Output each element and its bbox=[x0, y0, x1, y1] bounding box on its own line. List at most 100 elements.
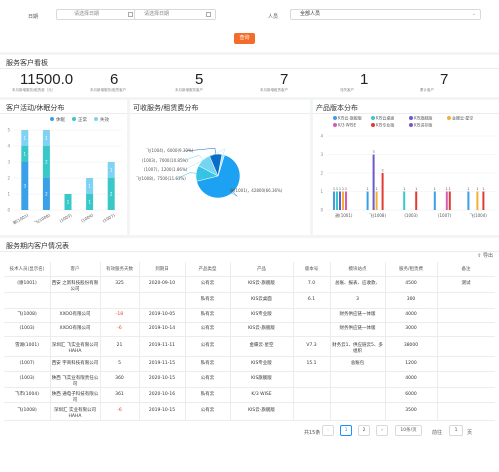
table-cell: 财务供应链一体版 bbox=[339, 326, 376, 331]
end-date-placeholder: 请选择日期 bbox=[144, 11, 170, 17]
table-cell: -18 bbox=[115, 312, 124, 317]
bar-value-label: 1 bbox=[366, 187, 368, 191]
bar-value-label: 1 bbox=[467, 187, 469, 191]
product-chart-title: 产品版本分布 bbox=[316, 104, 358, 112]
bar-value-label: 3 bbox=[24, 184, 27, 189]
table-header-cell: 备注 bbox=[461, 267, 471, 272]
bar bbox=[333, 191, 335, 210]
table-title: 服务期内客户情况表 bbox=[6, 242, 69, 250]
y-tick-label: 0 bbox=[7, 208, 10, 213]
legend-label: 休眠 bbox=[56, 116, 65, 123]
table-cell: 2020-09-10 bbox=[148, 281, 176, 286]
y-tick-label: 3 bbox=[7, 160, 10, 165]
table-cell: KIS云-旗舰版 bbox=[248, 326, 275, 331]
bar bbox=[433, 191, 436, 210]
legend-label: KIS云-旗舰版 bbox=[338, 115, 362, 121]
bar-value-label: 1 bbox=[45, 136, 48, 141]
page-size-select[interactable]: 10条/页 bbox=[395, 425, 422, 436]
next-page-button[interactable]: › bbox=[376, 425, 388, 436]
table-cell: 西安 宇商科技有限公司 bbox=[51, 360, 99, 366]
legend-swatch bbox=[333, 123, 337, 127]
bar bbox=[375, 191, 378, 210]
bar bbox=[448, 191, 451, 210]
table-header-cell: 客户 bbox=[70, 267, 80, 272]
x-tick-label: (1003) bbox=[58, 212, 72, 223]
y-tick-label: 4 bbox=[320, 134, 323, 139]
table-cell: 公有云 bbox=[200, 408, 215, 413]
table-cell: 公有云 bbox=[200, 281, 215, 286]
table-cell: (1003) bbox=[19, 376, 35, 381]
table-header-cell: 产品类型 bbox=[198, 267, 217, 272]
x-tick-label: (1007) bbox=[102, 212, 116, 223]
bar-value-label: 1 bbox=[345, 187, 347, 191]
table-cell: KIS专业版 bbox=[251, 312, 272, 317]
bar-value-label: 1 bbox=[415, 187, 417, 191]
pie-slice-label: (1007)，1200(1.86%) bbox=[144, 167, 188, 172]
kpi-value: 5 bbox=[195, 71, 204, 88]
table-cell: (谢1001) bbox=[17, 281, 37, 286]
y-tick-label: 0 bbox=[320, 208, 323, 213]
table-cell: 飞(1008) bbox=[17, 312, 37, 317]
table-cell: 4500 bbox=[405, 281, 417, 286]
table-cell: 财务云1、供应链云5、多组织 bbox=[332, 343, 383, 354]
legend-swatch bbox=[409, 123, 413, 127]
bar bbox=[345, 191, 347, 210]
table-cell: 财务供应链一体版 bbox=[339, 312, 376, 317]
x-tick-label: (1003) bbox=[404, 213, 418, 218]
bar bbox=[403, 191, 406, 210]
kpi-label: 累计客户 bbox=[420, 88, 434, 92]
bar bbox=[476, 191, 479, 210]
table-cell: K/3 WISE bbox=[251, 391, 272, 397]
end-date-input[interactable]: 请选择日期 bbox=[134, 9, 216, 20]
start-date-input[interactable]: 请选择日期 bbox=[56, 9, 138, 20]
query-button[interactable]: 查询 bbox=[234, 33, 255, 44]
pie-slice-label: (1003)，7000(10.85%) bbox=[142, 158, 188, 163]
bar-value-label: 1 bbox=[482, 187, 484, 191]
bar bbox=[372, 154, 375, 210]
legend-label: 金蝶云·星空 bbox=[452, 115, 473, 121]
table-cell: 私有云 bbox=[200, 297, 215, 302]
bar bbox=[467, 191, 470, 210]
y-tick-label: 1 bbox=[7, 192, 10, 197]
kpi-label: 本月新增租赁客户 bbox=[260, 88, 288, 92]
bar-value-label: 1 bbox=[339, 187, 341, 191]
table-cell: 6.1 bbox=[307, 297, 316, 302]
table-cell: 雪湖(1001) bbox=[15, 343, 39, 348]
bar-value-label: 1 bbox=[333, 187, 335, 191]
table-cell: 公有云 bbox=[200, 343, 215, 348]
person-select[interactable]: 全部人员 ⌄ bbox=[290, 9, 481, 20]
bar-value-label: 1 bbox=[476, 187, 478, 191]
pie-chart-card: 可收服务/租赁费分布 谢(1001)，42800(66.36%) 飞(1008)，… bbox=[130, 100, 310, 235]
person-label: 人员 bbox=[268, 14, 279, 20]
y-tick-label: 4 bbox=[7, 144, 10, 149]
table-cell: 2019-11-11 bbox=[148, 343, 176, 348]
legend-swatch bbox=[371, 116, 375, 120]
y-tick-label: 2 bbox=[7, 176, 10, 181]
table-cell: 360 bbox=[115, 376, 124, 381]
goto-page-input[interactable]: 1 bbox=[449, 425, 463, 436]
bar bbox=[381, 173, 384, 210]
table-cell: 4000 bbox=[405, 312, 417, 317]
table-cell: 7.0 bbox=[307, 281, 316, 286]
table-cell: 总账包 bbox=[350, 360, 365, 366]
pie-chart-title: 可收服务/租赁费分布 bbox=[133, 104, 199, 112]
prev-page-button[interactable]: ‹ bbox=[322, 425, 334, 436]
table-cell: 361 bbox=[115, 391, 124, 397]
bar-value-label: 1 bbox=[403, 187, 405, 191]
bar-value-label: 1 bbox=[342, 187, 344, 191]
y-tick-label: 2 bbox=[320, 171, 323, 176]
bar-value-label: 1 bbox=[449, 187, 451, 191]
bar-value-label: 2 bbox=[381, 169, 383, 173]
table-cell: V7.3 bbox=[306, 343, 317, 348]
table-cell: 4000 bbox=[405, 376, 417, 381]
table-cell: 私有云 bbox=[200, 391, 215, 397]
kpi-value: 7 bbox=[280, 71, 289, 88]
product-chart-card: 产品版本分布 KIS云-旗舰版 KIS云桌面 KIS旗舰版 金蝶云·星空 K/3 WIS… bbox=[313, 100, 499, 235]
chevron-down-icon: ⌄ bbox=[471, 11, 476, 17]
bar-value-label: 1 bbox=[67, 200, 70, 205]
bar-value-label: 3 bbox=[372, 150, 374, 154]
export-button[interactable]: ⇪ 导出 bbox=[477, 252, 493, 259]
page-2-button[interactable]: 2 bbox=[358, 425, 370, 436]
page-1-button[interactable]: 1 bbox=[340, 425, 352, 436]
table-cell: KIS专业版 bbox=[251, 360, 272, 366]
